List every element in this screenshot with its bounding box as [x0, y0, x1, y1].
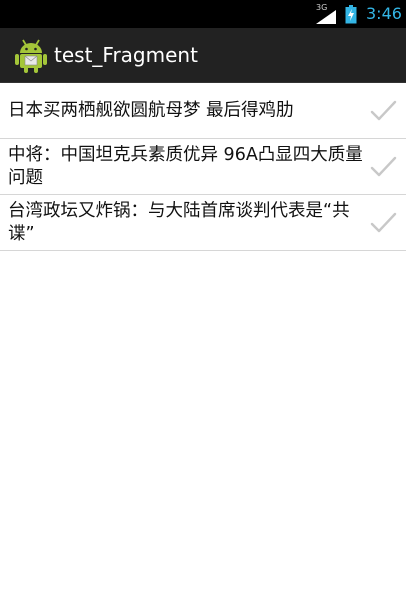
- status-bar: 3G 3:46: [0, 0, 406, 28]
- news-list: 日本买两栖舰欲圆航母梦 最后得鸡肋 中将：中国坦克兵素质优异 96A凸显四大质量…: [0, 83, 406, 251]
- battery-charging-icon: [345, 5, 357, 24]
- checkmark-icon[interactable]: [368, 154, 398, 180]
- list-item[interactable]: 日本买两栖舰欲圆航母梦 最后得鸡肋: [0, 83, 406, 139]
- list-item[interactable]: 中将：中国坦克兵素质优异 96A凸显四大质量问题: [0, 139, 406, 195]
- checkmark-icon[interactable]: [368, 98, 398, 124]
- app-title: test_Fragment: [54, 43, 198, 67]
- checkmark-icon[interactable]: [368, 210, 398, 236]
- signal-icon: [316, 10, 336, 24]
- app-screen: 3G 3:46 test_Fragment 日本买两栖舰欲圆航母梦 最后得鸡肋 …: [0, 0, 406, 592]
- status-time: 3:46: [366, 4, 402, 23]
- list-item-title: 中将：中国坦克兵素质优异 96A凸显四大质量问题: [8, 144, 363, 188]
- android-robot-icon[interactable]: [14, 38, 48, 74]
- list-item[interactable]: 台湾政坛又炸锅：与大陆首席谈判代表是“共谍”: [0, 195, 406, 251]
- list-item-title: 台湾政坛又炸锅：与大陆首席谈判代表是“共谍”: [8, 200, 350, 244]
- list-item-title: 日本买两栖舰欲圆航母梦 最后得鸡肋: [8, 100, 294, 120]
- action-bar: test_Fragment: [0, 28, 406, 83]
